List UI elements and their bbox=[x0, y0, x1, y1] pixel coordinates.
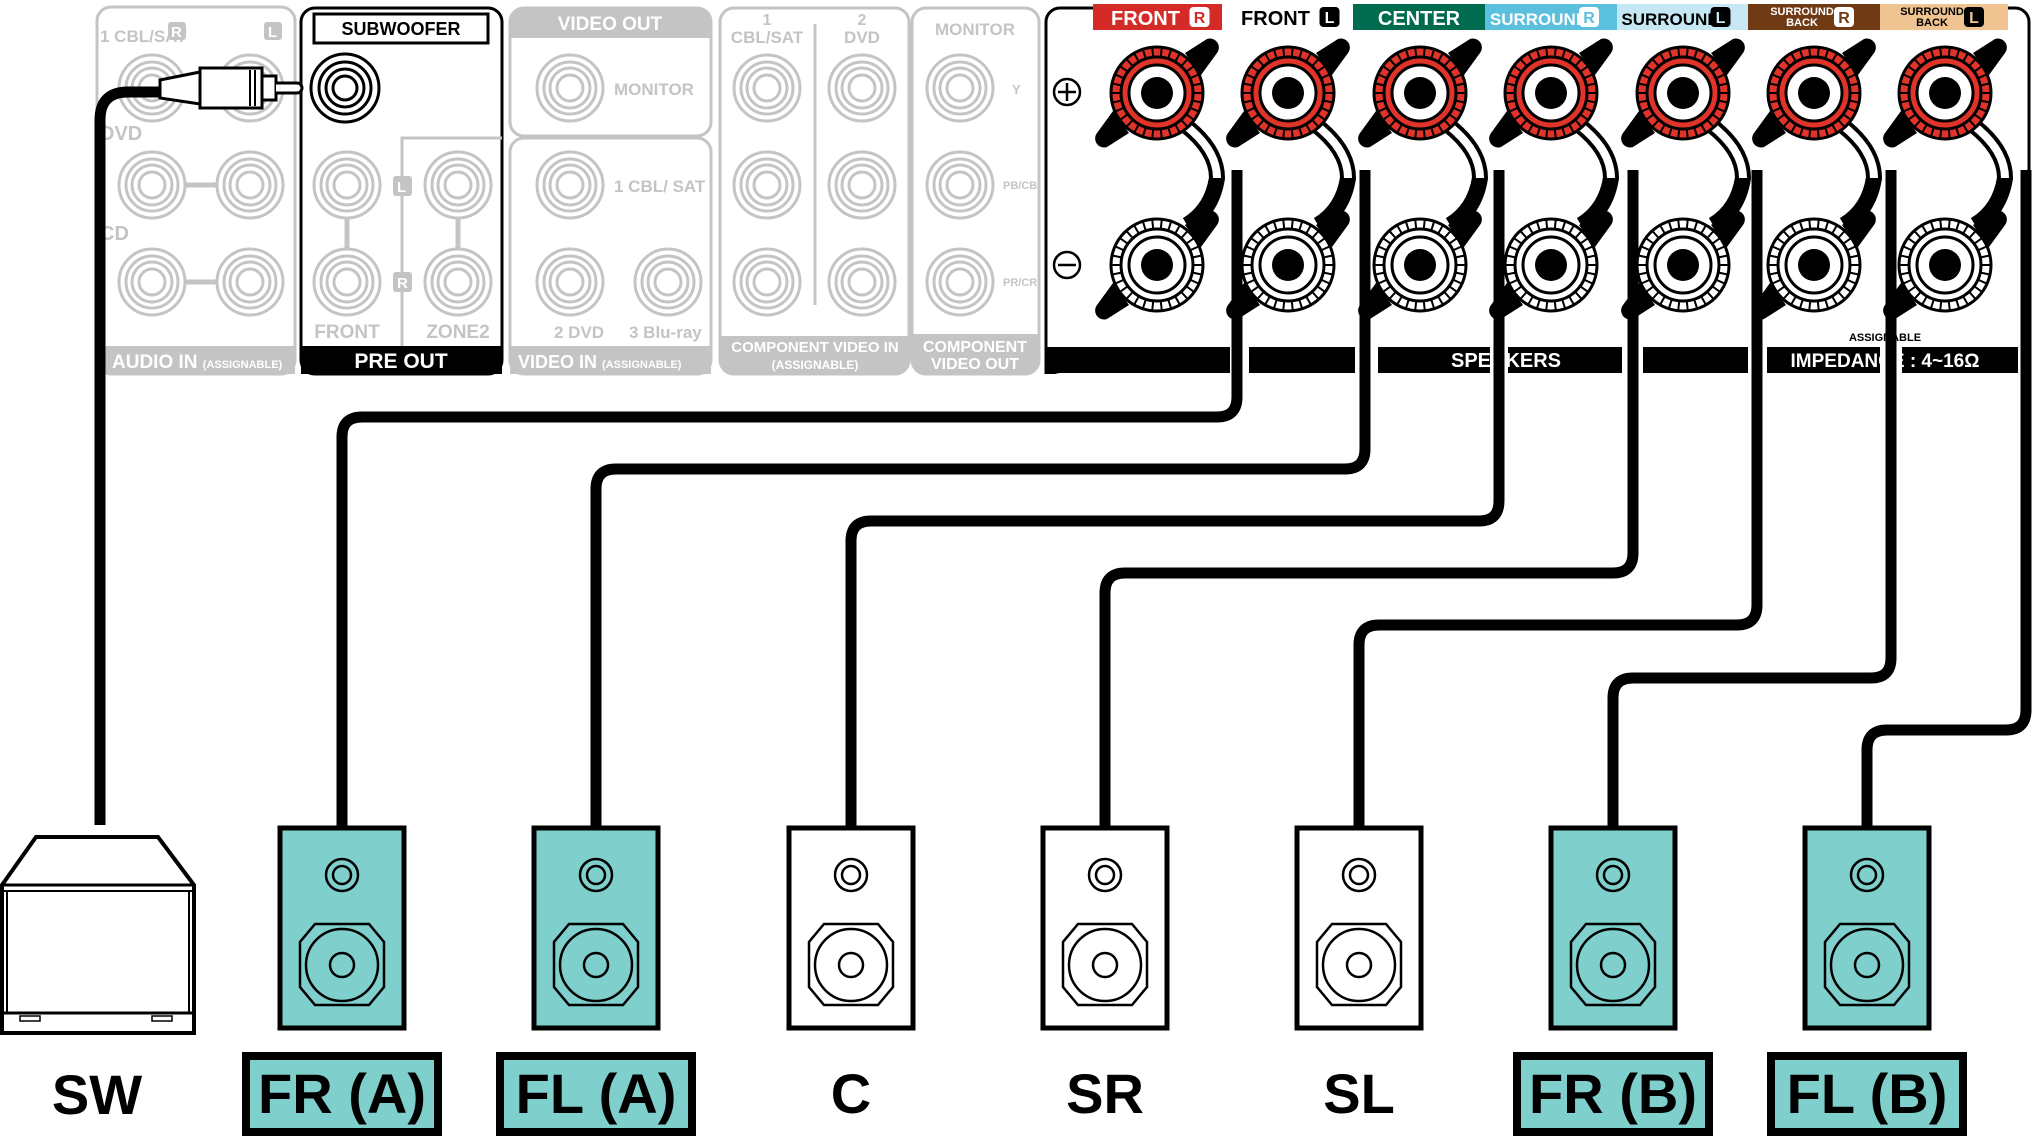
component-in-col2-num: 2 bbox=[858, 12, 867, 29]
pre-out-panel: SUBWOOFER L R FRONT ZONE2 PRE OUT bbox=[299, 6, 504, 376]
channel-label-center: CENTER bbox=[1353, 4, 1485, 30]
channel-label-front-l: FRONT L bbox=[1222, 4, 1353, 30]
terminal-wire bbox=[1310, 118, 1357, 232]
channel-side-badge: R bbox=[1583, 10, 1595, 27]
terminal-wire bbox=[1573, 118, 1620, 232]
channel-side-badge: L bbox=[1716, 10, 1726, 27]
svg-text:FRONT: FRONT bbox=[1241, 8, 1310, 30]
speaker-fr-b bbox=[1548, 825, 1678, 1031]
terminal-wire bbox=[1836, 118, 1883, 232]
channel-label-surround-l: SURROUNDL bbox=[1617, 4, 1748, 30]
component-in-col1: CBL/SAT bbox=[731, 28, 804, 47]
speaker-label-sw: SW bbox=[51, 1063, 143, 1126]
audio-in-row-2: DVD bbox=[100, 123, 142, 145]
terminal-negative[interactable] bbox=[1883, 210, 2007, 320]
component-in-col2: DVD bbox=[844, 28, 880, 47]
pre-out-zone2-label: ZONE2 bbox=[426, 322, 489, 343]
speakers-footer-label: SPEAKERS bbox=[1451, 350, 1561, 372]
impedance-label: IMPEDANCE : 4~16Ω bbox=[1791, 351, 1980, 372]
svg-text:SURROUND: SURROUND bbox=[1621, 10, 1719, 29]
terminal-negative[interactable] bbox=[1752, 210, 1876, 320]
terminal-negative[interactable] bbox=[1095, 210, 1219, 320]
svg-text:BACK: BACK bbox=[1916, 17, 1948, 29]
video-in-input-3: 3 Blu-ray bbox=[629, 323, 702, 342]
channel-label-surround-back-l: SURROUNDBACK L bbox=[1880, 4, 2008, 30]
speaker-label-fr-a: FR (A) bbox=[242, 1052, 442, 1136]
channel-side-badge: R bbox=[1194, 10, 1206, 27]
pre-out-r-badge: R bbox=[397, 275, 408, 292]
speaker-sr bbox=[1040, 825, 1170, 1031]
channel-label-front-r: FRONT R bbox=[1093, 4, 1222, 30]
subwoofer-jack[interactable] bbox=[309, 52, 381, 124]
component-video-in-panel: 1 CBL/SAT 2 DVD COMPONENT VIDEO IN (ASSI… bbox=[718, 6, 911, 376]
speaker-label-fl-a: FL (A) bbox=[496, 1052, 696, 1136]
speaker-label-sl: SL bbox=[1323, 1062, 1395, 1125]
component-out-header: MONITOR bbox=[935, 20, 1015, 39]
channel-side-badge: L bbox=[1325, 10, 1335, 27]
component-video-out-panel: MONITOR Y PB/CB PR/CR COMPONENT VIDEO OU… bbox=[910, 6, 1041, 376]
terminal-wire bbox=[1442, 118, 1489, 232]
speakers-panel: FRONT R FRONT L CENTER SURROUNDR SURROUNDL SURR… bbox=[1044, 4, 2031, 374]
pre-out-front-label: FRONT bbox=[314, 322, 380, 343]
audio-in-r-badge: R bbox=[171, 24, 182, 41]
component-out-pr: PR/CR bbox=[1003, 277, 1037, 289]
speaker-fl-b bbox=[1802, 825, 1932, 1031]
svg-text:BACK: BACK bbox=[1786, 17, 1818, 29]
video-in-input-2: 2 DVD bbox=[554, 323, 604, 342]
channel-label-surround-back-r: SURROUNDBACK R bbox=[1748, 4, 1880, 30]
video-in-input-1: 1 CBL/ SAT bbox=[614, 177, 706, 196]
plus-icon bbox=[1052, 77, 1082, 107]
terminal-negative[interactable] bbox=[1621, 210, 1745, 320]
pre-out-l-badge: L bbox=[397, 179, 406, 196]
video-out-monitor-label: MONITOR bbox=[614, 80, 694, 99]
video-out-header: VIDEO OUT bbox=[558, 14, 663, 35]
speaker-fr-a bbox=[277, 825, 407, 1031]
svg-text:CENTER: CENTER bbox=[1378, 8, 1461, 30]
channel-side-badge: R bbox=[1838, 10, 1850, 27]
speaker-label-fr-b: FR (B) bbox=[1513, 1052, 1713, 1136]
terminal-wire bbox=[1705, 118, 1752, 232]
terminal-negative[interactable] bbox=[1226, 210, 1350, 320]
speaker-fl-a bbox=[531, 825, 661, 1031]
terminal-negative[interactable] bbox=[1489, 210, 1613, 320]
subwoofer-label: SUBWOOFER bbox=[342, 19, 461, 39]
pre-out-footer: PRE OUT bbox=[354, 350, 448, 373]
minus-icon bbox=[1052, 250, 1082, 280]
component-in-footer-small: (ASSIGNABLE) bbox=[772, 358, 859, 372]
component-in-footer: COMPONENT VIDEO IN bbox=[731, 339, 899, 356]
video-panel: VIDEO OUT MONITOR 1 CBL/ SAT 2 DVD 3 Blu… bbox=[508, 6, 713, 376]
rca-plug bbox=[94, 66, 304, 825]
channel-label-surround-r: SURROUNDR bbox=[1485, 4, 1617, 30]
assignable-label: ASSIGNABLE bbox=[1849, 332, 1921, 344]
connection-diagram: 1 CBL/SAT R L DVD CD AUDIO IN (ASSIGNABL… bbox=[0, 4, 2032, 1035]
speaker-sw bbox=[0, 835, 196, 1035]
audio-in-l-badge: L bbox=[268, 24, 277, 41]
svg-text:SURROUND: SURROUND bbox=[1490, 10, 1588, 29]
speaker-label-sr: SR bbox=[1066, 1062, 1144, 1125]
speakers bbox=[0, 825, 1932, 1035]
terminal-wire bbox=[1967, 118, 2014, 232]
component-in-col1-num: 1 bbox=[763, 12, 772, 29]
terminal-wire bbox=[1179, 118, 1226, 232]
speaker-label-fl-b: FL (B) bbox=[1767, 1052, 1967, 1136]
terminal-negative[interactable] bbox=[1358, 210, 1482, 320]
channel-labels: FRONT R FRONT L CENTER SURROUNDR SURROUNDL SURR… bbox=[1093, 4, 2008, 30]
speaker-c bbox=[786, 825, 916, 1031]
speakers-footer: SPEAKERS ASSIGNABLE IMPEDANCE : 4~16Ω bbox=[1046, 332, 2018, 374]
audio-in-panel: 1 CBL/SAT R L DVD CD AUDIO IN (ASSIGNABL… bbox=[95, 5, 297, 376]
component-out-pb: PB/CB bbox=[1003, 180, 1037, 192]
component-out-footer-2: VIDEO OUT bbox=[931, 356, 1019, 373]
component-out-footer-1: COMPONENT bbox=[923, 339, 1027, 356]
component-out-y: Y bbox=[1012, 82, 1021, 97]
channel-side-badge: L bbox=[1969, 10, 1979, 27]
svg-text:FRONT: FRONT bbox=[1111, 8, 1180, 30]
speaker-sl bbox=[1294, 825, 1424, 1031]
speaker-label-c: C bbox=[830, 1062, 872, 1125]
